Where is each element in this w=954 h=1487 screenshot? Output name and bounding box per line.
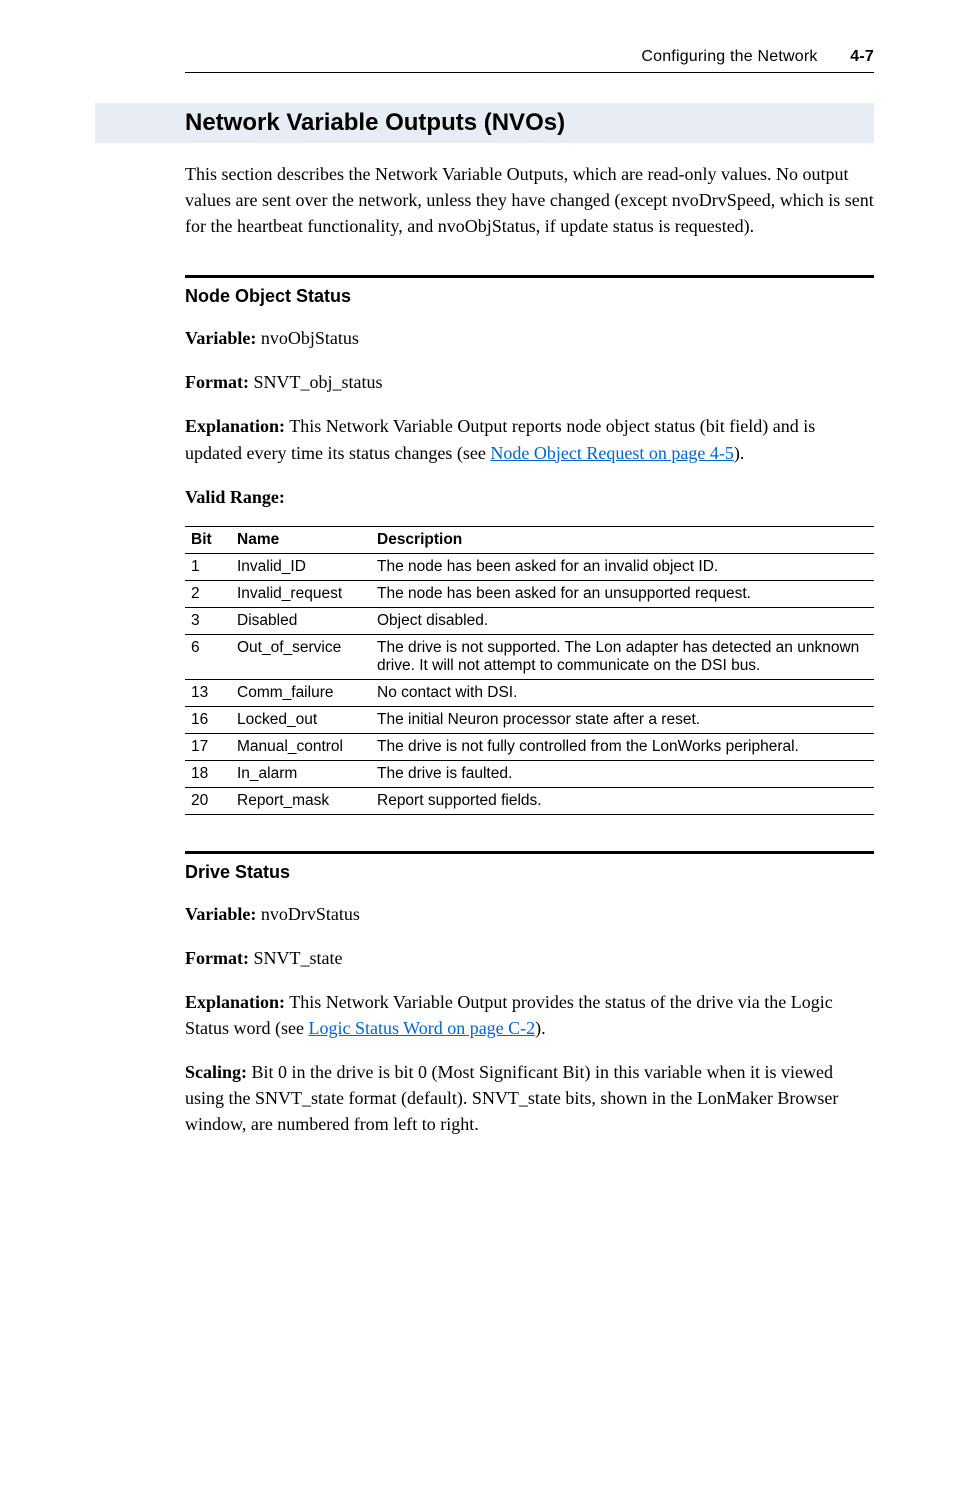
cell-name: Invalid_request — [231, 580, 371, 607]
cell-desc: The node has been asked for an invalid o… — [371, 553, 874, 580]
col-bit: Bit — [185, 526, 231, 553]
label-variable: Variable: — [185, 328, 256, 348]
cell-bit: 17 — [185, 733, 231, 760]
table-row: 3 Disabled Object disabled. — [185, 607, 874, 634]
cell-desc: The drive is faulted. — [371, 760, 874, 787]
node-object-heading: Node Object Status — [185, 286, 874, 307]
cell-desc: The node has been asked for an unsupport… — [371, 580, 874, 607]
running-header-title: Configuring the Network — [641, 48, 817, 65]
cell-desc: The drive is not supported. The Lon adap… — [371, 634, 874, 679]
valid-range-label: Valid Range: — [185, 484, 874, 510]
cell-bit: 6 — [185, 634, 231, 679]
section-intro: This section describes the Network Varia… — [185, 161, 874, 239]
running-header-page: 4-7 — [850, 48, 874, 65]
scaling-text: Bit 0 in the drive is bit 0 (Most Signif… — [185, 1062, 838, 1134]
col-description: Description — [371, 526, 874, 553]
subsection-rule — [185, 275, 874, 278]
table-row: 18 In_alarm The drive is faulted. — [185, 760, 874, 787]
value-format: SNVT_state — [249, 948, 343, 968]
running-header: Configuring the Network 4-7 — [185, 48, 874, 72]
node-object-format: Format: SNVT_obj_status — [185, 369, 874, 395]
label-variable: Variable: — [185, 904, 256, 924]
cell-name: Out_of_service — [231, 634, 371, 679]
cell-name: In_alarm — [231, 760, 371, 787]
drive-status-format: Format: SNVT_state — [185, 945, 874, 971]
cell-bit: 20 — [185, 787, 231, 814]
cell-bit: 1 — [185, 553, 231, 580]
table-row: 13 Comm_failure No contact with DSI. — [185, 679, 874, 706]
cell-desc: Report supported fields. — [371, 787, 874, 814]
table-row: 2 Invalid_request The node has been aske… — [185, 580, 874, 607]
cell-desc: The drive is not fully controlled from t… — [371, 733, 874, 760]
value-variable: nvoDrvStatus — [256, 904, 360, 924]
drive-status-explanation: Explanation: This Network Variable Outpu… — [185, 989, 874, 1041]
col-name: Name — [231, 526, 371, 553]
label-explanation: Explanation: — [185, 992, 285, 1012]
label-format: Format: — [185, 948, 249, 968]
valid-range-table: Bit Name Description 1 Invalid_ID The no… — [185, 526, 874, 815]
cell-desc: No contact with DSI. — [371, 679, 874, 706]
explanation-post: ). — [535, 1018, 546, 1038]
cell-name: Locked_out — [231, 706, 371, 733]
cell-desc: The initial Neuron processor state after… — [371, 706, 874, 733]
cell-name: Manual_control — [231, 733, 371, 760]
node-object-request-link[interactable]: Node Object Request on page 4-5 — [490, 443, 733, 463]
label-format: Format: — [185, 372, 249, 392]
cell-name: Report_mask — [231, 787, 371, 814]
value-variable: nvoObjStatus — [256, 328, 359, 348]
drive-status-variable: Variable: nvoDrvStatus — [185, 901, 874, 927]
logic-status-word-link[interactable]: Logic Status Word on page C-2 — [308, 1018, 535, 1038]
cell-bit: 3 — [185, 607, 231, 634]
cell-name: Disabled — [231, 607, 371, 634]
table-row: 20 Report_mask Report supported fields. — [185, 787, 874, 814]
label-valid-range: Valid Range: — [185, 487, 285, 507]
value-format: SNVT_obj_status — [249, 372, 383, 392]
table-row: 17 Manual_control The drive is not fully… — [185, 733, 874, 760]
label-explanation: Explanation: — [185, 416, 285, 436]
table-row: 1 Invalid_ID The node has been asked for… — [185, 553, 874, 580]
explanation-post: ). — [734, 443, 745, 463]
cell-bit: 2 — [185, 580, 231, 607]
cell-desc: Object disabled. — [371, 607, 874, 634]
section-heading-band: Network Variable Outputs (NVOs) — [95, 103, 874, 143]
node-object-variable: Variable: nvoObjStatus — [185, 325, 874, 351]
cell-name: Comm_failure — [231, 679, 371, 706]
header-rule — [185, 72, 874, 73]
section-heading: Network Variable Outputs (NVOs) — [185, 108, 874, 138]
drive-status-heading: Drive Status — [185, 862, 874, 883]
label-scaling: Scaling: — [185, 1062, 247, 1082]
cell-name: Invalid_ID — [231, 553, 371, 580]
cell-bit: 13 — [185, 679, 231, 706]
cell-bit: 18 — [185, 760, 231, 787]
table-row: 16 Locked_out The initial Neuron process… — [185, 706, 874, 733]
subsection-rule — [185, 851, 874, 854]
table-row: 6 Out_of_service The drive is not suppor… — [185, 634, 874, 679]
node-object-explanation: Explanation: This Network Variable Outpu… — [185, 413, 874, 465]
drive-status-scaling: Scaling: Bit 0 in the drive is bit 0 (Mo… — [185, 1059, 874, 1137]
cell-bit: 16 — [185, 706, 231, 733]
table-header-row: Bit Name Description — [185, 526, 874, 553]
